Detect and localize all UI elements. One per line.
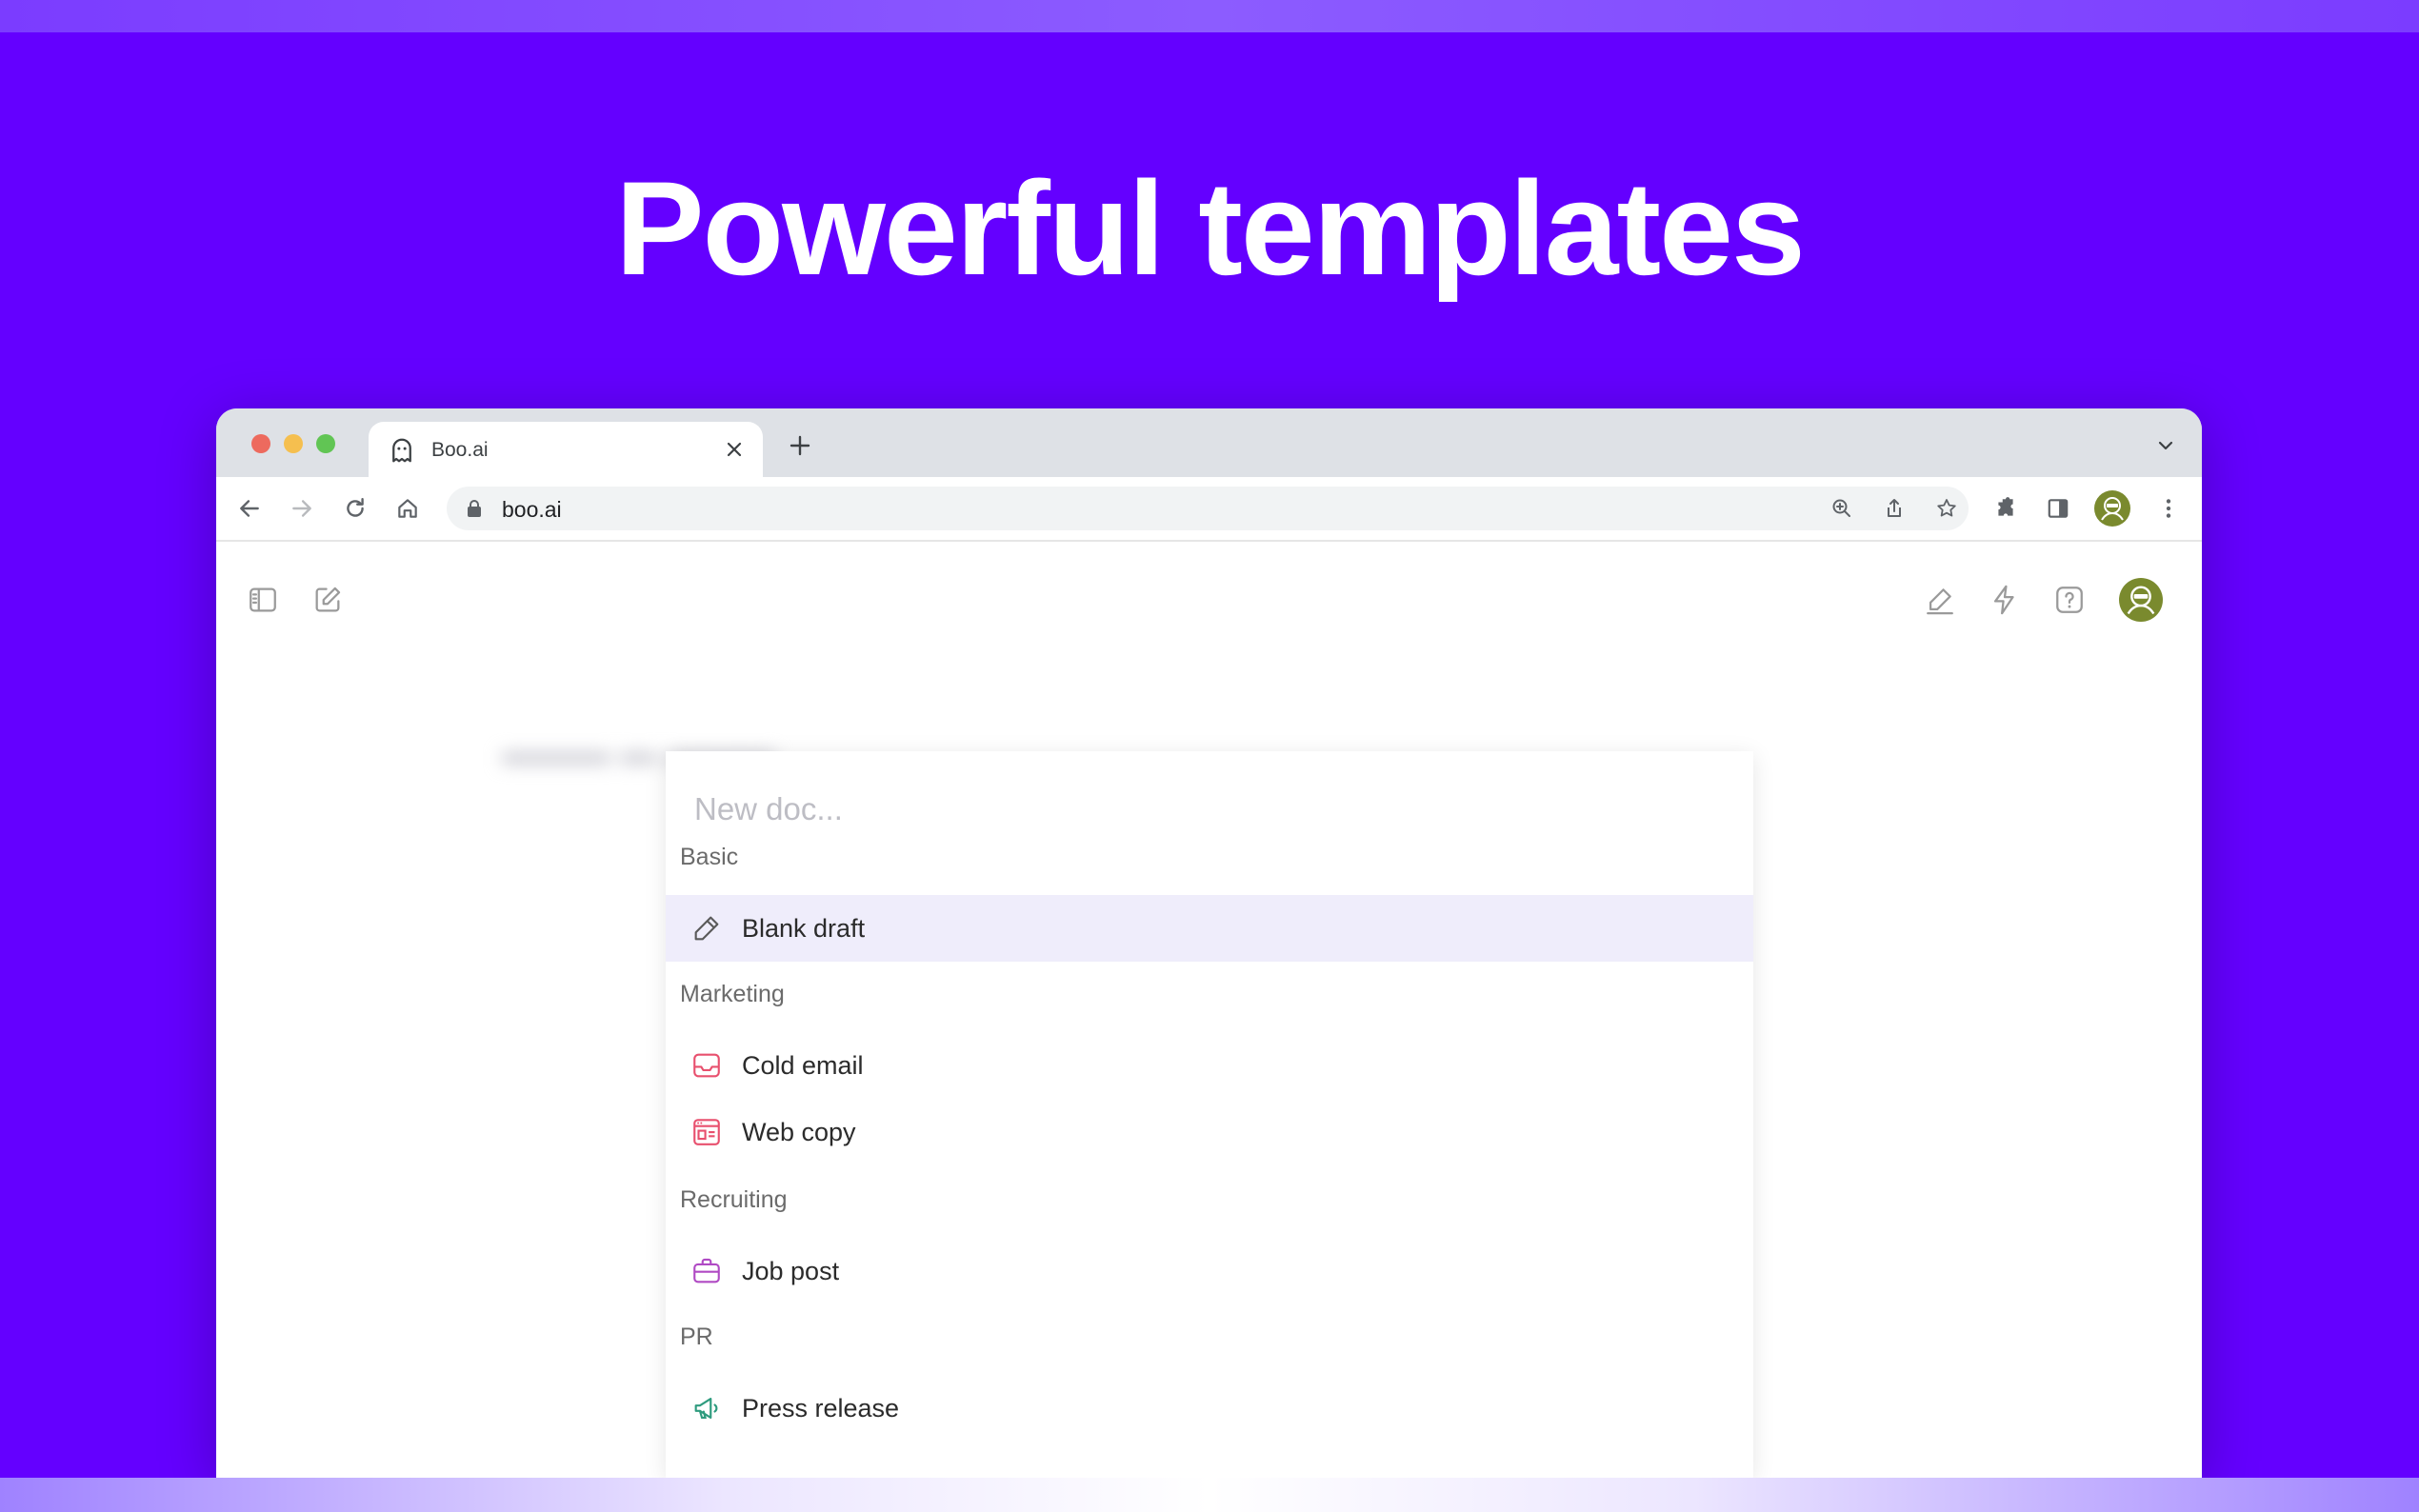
section-marketing: Marketing [680, 981, 785, 1007]
ghost-icon [392, 438, 411, 463]
web-page-icon [693, 1119, 720, 1145]
new-doc-icon[interactable] [311, 584, 344, 616]
new-tab-icon[interactable] [789, 434, 811, 457]
headline: Powerful templates [615, 153, 1806, 303]
bottom-gradient-bar [0, 1478, 2419, 1512]
close-tab-icon[interactable] [725, 440, 744, 459]
template-label: Web copy [742, 1118, 856, 1146]
bookmark-star-icon[interactable] [1935, 497, 1958, 520]
template-press-release[interactable]: Press release [666, 1375, 1753, 1442]
highlighter-pen-icon[interactable] [1924, 584, 1956, 616]
pencil-icon [694, 916, 719, 941]
forward-arrow-icon[interactable] [290, 496, 314, 521]
megaphone-icon [694, 1398, 718, 1419]
top-gradient-bar [0, 0, 2419, 32]
section-pr: PR [680, 1323, 713, 1350]
template-label: Cold email [742, 1051, 864, 1080]
browser-toolbar: boo.ai [216, 477, 2202, 542]
template-label: Press release [742, 1394, 900, 1422]
template-blank-draft[interactable]: Blank draft [666, 895, 1753, 962]
new-doc-input[interactable] [692, 780, 1725, 839]
minimize-window-dot[interactable] [284, 434, 303, 453]
browser-tab[interactable]: Boo.ai [369, 422, 763, 477]
zoom-icon[interactable] [1830, 497, 1853, 520]
template-label: Blank draft [742, 914, 866, 943]
browser-menu-icon[interactable] [2156, 496, 2181, 521]
url-text: boo.ai [502, 497, 562, 522]
maximize-window-dot[interactable] [316, 434, 335, 453]
new-doc-menu: Basic Blank draft Marketing Cold email [666, 751, 1753, 1478]
back-arrow-icon[interactable] [237, 496, 262, 521]
browser-window: Boo.ai boo.ai ▬▬▬ ▬ ▬▬▬ New doc... Basic… [216, 408, 2202, 1478]
close-window-dot[interactable] [251, 434, 270, 453]
profile-avatar[interactable] [2094, 490, 2130, 527]
app-page: ▬▬▬ ▬ ▬▬▬ Basic Blank draft Marketing Co… [216, 542, 2202, 1478]
template-job-post[interactable]: Job post [666, 1238, 1753, 1304]
side-panel-icon[interactable] [2046, 496, 2070, 521]
template-label: Job post [742, 1257, 840, 1285]
template-cold-email[interactable]: Cold email [666, 1032, 1753, 1099]
user-avatar[interactable] [2119, 578, 2163, 622]
lock-icon [468, 500, 481, 517]
help-icon[interactable] [2053, 584, 2086, 616]
tab-title: Boo.ai [431, 439, 489, 461]
tab-search-chevron-icon[interactable] [2156, 436, 2175, 455]
reload-icon[interactable] [343, 496, 368, 521]
inbox-icon [693, 1053, 720, 1078]
home-icon[interactable] [395, 496, 420, 521]
sidebar-toggle-icon[interactable] [247, 584, 279, 616]
template-web-copy[interactable]: Web copy [666, 1099, 1753, 1165]
section-recruiting: Recruiting [680, 1186, 788, 1213]
briefcase-icon [693, 1258, 720, 1283]
tab-strip: Boo.ai [216, 408, 2202, 477]
lightning-icon[interactable] [1989, 584, 2021, 616]
address-bar[interactable]: boo.ai [447, 487, 1969, 530]
extensions-icon[interactable] [1993, 496, 2018, 521]
section-basic: Basic [680, 844, 739, 870]
share-icon[interactable] [1883, 497, 1906, 520]
